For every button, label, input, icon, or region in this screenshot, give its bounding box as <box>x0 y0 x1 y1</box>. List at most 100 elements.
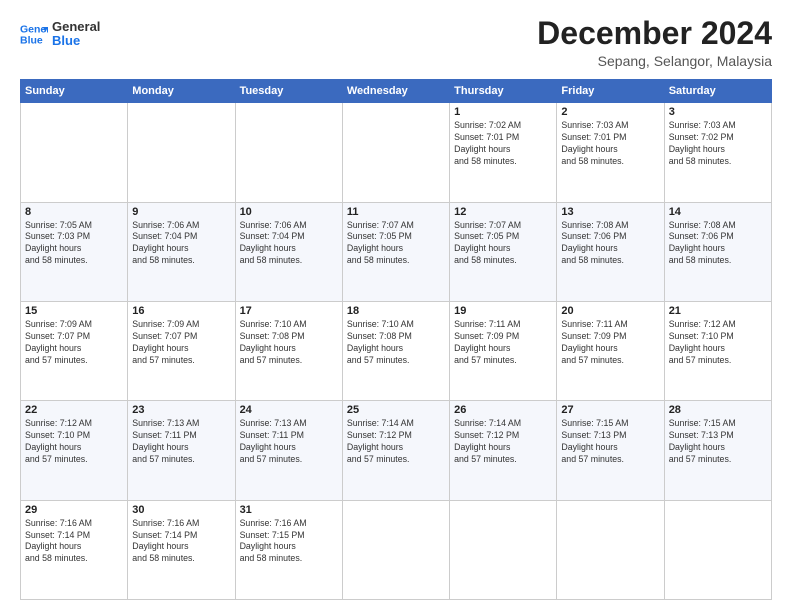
day-info: Sunrise: 7:06 AMSunset: 7:04 PM Daylight … <box>132 220 230 268</box>
daylight-label: Daylight hours <box>132 243 188 253</box>
daylight-label: Daylight hours <box>454 343 510 353</box>
day-info: Sunrise: 7:16 AMSunset: 7:15 PMDaylight … <box>240 518 338 566</box>
daylight-value: and 57 minutes. <box>669 355 732 365</box>
calendar-cell: 24Sunrise: 7:13 AMSunset: 7:11 PMDayligh… <box>235 401 342 500</box>
calendar-cell: 15Sunrise: 7:09 AMSunset: 7:07 PMDayligh… <box>21 301 128 400</box>
day-number: 2 <box>561 106 659 118</box>
daylight-label: Daylight hours <box>25 541 81 551</box>
weekday-header-monday: Monday <box>128 80 235 103</box>
sunset: Sunset: 7:14 PM <box>25 530 90 540</box>
daylight-value: and 57 minutes. <box>25 355 88 365</box>
day-info: Sunrise: 7:16 AMSunset: 7:14 PMDaylight … <box>132 518 230 566</box>
week-row-5: 29Sunrise: 7:16 AMSunset: 7:14 PMDayligh… <box>21 500 772 599</box>
daylight-label: Daylight hours <box>132 541 188 551</box>
sunrise: Sunrise: 7:03 AM <box>561 120 628 130</box>
daylight-label: Daylight hours <box>240 541 296 551</box>
weekday-header-wednesday: Wednesday <box>342 80 449 103</box>
sunset: Sunset: 7:07 PM <box>25 331 90 341</box>
calendar-cell: 18Sunrise: 7:10 AMSunset: 7:08 PMDayligh… <box>342 301 449 400</box>
week-row-3: 15 Sunrise: 7:09 AM Sunset: 7:07 PM Dayligh… <box>21 301 772 400</box>
calendar-cell: 2Sunrise: 7:03 AMSunset: 7:01 PMDaylight… <box>557 103 664 202</box>
logo-line2: Blue <box>52 33 80 48</box>
day-number: 15 <box>25 305 123 317</box>
sunrise: Sunrise: 7:08 AM <box>669 220 736 230</box>
header: General Blue General Blue December 2024 … <box>20 16 772 69</box>
daylight-label: Daylight hours <box>669 243 725 253</box>
day-number: 8 <box>25 206 123 218</box>
day-info: Sunrise: 7:02 AMSunset: 7:01 PMDaylight … <box>454 120 552 168</box>
sunset: Sunset: 7:02 PM <box>669 132 734 142</box>
calendar-cell: 23Sunrise: 7:13 AMSunset: 7:11 PMDayligh… <box>128 401 235 500</box>
calendar-cell: 12Sunrise: 7:07 AMSunset: 7:05 PMDayligh… <box>450 202 557 301</box>
daylight-value: and 58 minutes. <box>454 156 517 166</box>
sunset: Sunset: 7:06 PM <box>561 231 626 241</box>
sunrise: Sunrise: 7:09 AM <box>25 319 92 329</box>
daylight-label: Daylight hours <box>669 343 725 353</box>
daylight-value: and 57 minutes. <box>561 355 624 365</box>
sunrise: Sunrise: 7:16 AM <box>25 518 92 528</box>
day-info: Sunrise: 7:08 AMSunset: 7:06 PM Daylight … <box>669 220 767 268</box>
logo: General Blue General Blue <box>20 20 100 49</box>
day-number: 27 <box>561 404 659 416</box>
calendar-cell <box>235 103 342 202</box>
calendar-table: SundayMondayTuesdayWednesdayThursdayFrid… <box>20 79 772 600</box>
sunrise: Sunrise: 7:06 AM <box>132 220 199 230</box>
calendar-cell: 19Sunrise: 7:11 AMSunset: 7:09 PMDayligh… <box>450 301 557 400</box>
calendar-cell <box>450 500 557 599</box>
day-number: 28 <box>669 404 767 416</box>
daylight-label: Daylight hours <box>25 243 81 253</box>
calendar-cell: 9 Sunrise: 7:06 AMSunset: 7:04 PM Daylight… <box>128 202 235 301</box>
sunset: Sunset: 7:10 PM <box>25 430 90 440</box>
page: General Blue General Blue December 2024 … <box>0 0 792 612</box>
calendar-cell: 14Sunrise: 7:08 AMSunset: 7:06 PMDayligh… <box>664 202 771 301</box>
daylight-value: and 58 minutes. <box>561 255 624 265</box>
daylight-value: and 58 minutes. <box>132 553 195 563</box>
sunset: Sunset: 7:09 PM <box>454 331 519 341</box>
calendar-cell: 11Sunrise: 7:07 AMSunset: 7:05 PMDayligh… <box>342 202 449 301</box>
day-info: Sunrise: 7:12 AMSunset: 7:10 PMDaylight … <box>25 418 123 466</box>
daylight-label: Daylight hours <box>240 343 296 353</box>
sunrise: Sunrise: 7:06 AM <box>240 220 307 230</box>
weekday-header-friday: Friday <box>557 80 664 103</box>
calendar-cell: 22Sunrise: 7:12 AMSunset: 7:10 PMDayligh… <box>21 401 128 500</box>
calendar-cell: 31Sunrise: 7:16 AMSunset: 7:15 PMDayligh… <box>235 500 342 599</box>
sunset: Sunset: 7:10 PM <box>669 331 734 341</box>
daylight-value: and 57 minutes. <box>347 454 410 464</box>
sunset: Sunset: 7:04 PM <box>132 231 197 241</box>
svg-text:Blue: Blue <box>20 35 43 47</box>
month-title: December 2024 <box>537 16 772 51</box>
daylight-label: Daylight hours <box>347 243 403 253</box>
calendar-cell: 8Sunrise: 7:05 AMSunset: 7:03 PMDaylight… <box>21 202 128 301</box>
calendar-cell <box>342 103 449 202</box>
sunset: Sunset: 7:06 PM <box>669 231 734 241</box>
weekday-header-tuesday: Tuesday <box>235 80 342 103</box>
day-number: 19 <box>454 305 552 317</box>
daylight-value: and 58 minutes. <box>454 255 517 265</box>
logo-text: General Blue <box>52 20 100 49</box>
week-row-4: 22Sunrise: 7:12 AMSunset: 7:10 PMDayligh… <box>21 401 772 500</box>
day-info: Sunrise: 7:13 AMSunset: 7:11 PMDaylight … <box>132 418 230 466</box>
daylight-value: and 58 minutes. <box>240 553 303 563</box>
sunset: Sunset: 7:05 PM <box>347 231 412 241</box>
sunrise: Sunrise: 7:10 AM <box>240 319 307 329</box>
sunset: Sunset: 7:08 PM <box>347 331 412 341</box>
day-number: 9 <box>132 206 230 218</box>
day-number: 18 <box>347 305 445 317</box>
sunrise: Sunrise: 7:16 AM <box>240 518 307 528</box>
daylight-value: and 57 minutes. <box>561 454 624 464</box>
day-info: Sunrise: 7:13 AMSunset: 7:11 PMDaylight … <box>240 418 338 466</box>
daylight-label: Daylight hours <box>347 442 403 452</box>
day-number: 12 <box>454 206 552 218</box>
sunset: Sunset: 7:05 PM <box>454 231 519 241</box>
weekday-header-row: SundayMondayTuesdayWednesdayThursdayFrid… <box>21 80 772 103</box>
daylight-value: and 58 minutes. <box>669 255 732 265</box>
daylight-label: Daylight hours <box>561 243 617 253</box>
calendar-cell <box>342 500 449 599</box>
calendar-cell: 30Sunrise: 7:16 AMSunset: 7:14 PMDayligh… <box>128 500 235 599</box>
day-number: 16 <box>132 305 230 317</box>
daylight-value: and 57 minutes. <box>347 355 410 365</box>
sunrise: Sunrise: 7:09 AM <box>132 319 199 329</box>
daylight-label: Daylight hours <box>132 343 188 353</box>
daylight-value: and 57 minutes. <box>240 454 303 464</box>
calendar-cell: 13Sunrise: 7:08 AMSunset: 7:06 PMDayligh… <box>557 202 664 301</box>
